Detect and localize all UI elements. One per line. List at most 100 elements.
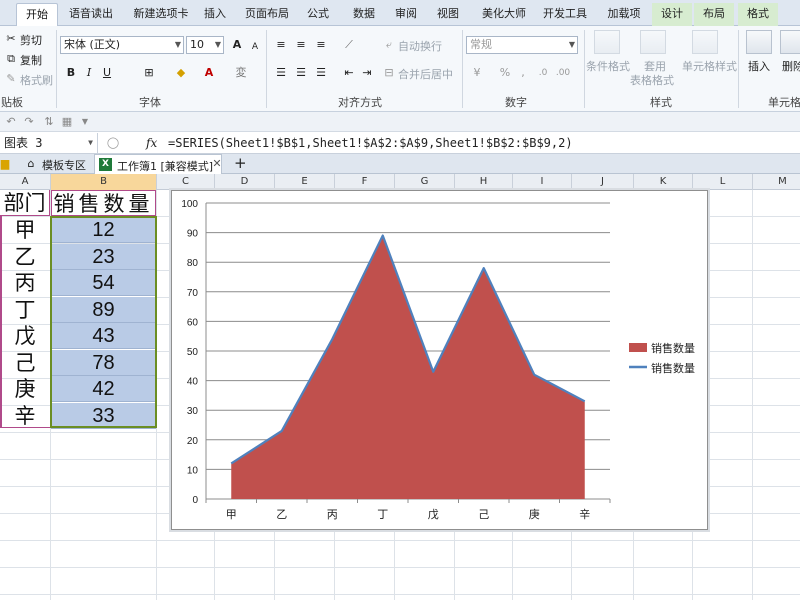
column-header-g[interactable]: G [395, 174, 455, 190]
tab-speech[interactable]: 语音读出 [62, 3, 120, 26]
indent-icon[interactable]: ⇤ [340, 64, 358, 82]
font-name-combo[interactable]: 宋体 (正文) ▼ [60, 36, 184, 54]
brush-icon[interactable]: ✎ [2, 70, 20, 88]
column-header-k[interactable]: K [634, 174, 693, 190]
tab-page-layout[interactable]: 页面布局 [242, 3, 292, 26]
currency-icon[interactable]: ¥ [468, 64, 486, 82]
cell-qty[interactable]: 78 [51, 349, 156, 376]
cell-qty[interactable]: 43 [51, 323, 156, 349]
redo-icon[interactable]: ↷ [20, 113, 38, 131]
cell-dept[interactable]: 甲 [0, 217, 50, 243]
column-header-j[interactable]: J [572, 174, 634, 190]
cell-dept[interactable]: 丁 [0, 297, 50, 323]
underline-icon[interactable]: U [98, 64, 116, 82]
column-header-a[interactable]: A [0, 174, 51, 190]
bold-icon[interactable]: B [62, 64, 80, 82]
cell-dept[interactable]: 己 [0, 350, 50, 376]
insert-cells-label[interactable]: 插入 [748, 58, 770, 74]
close-icon[interactable]: ✕ [208, 155, 226, 173]
sort-icon[interactable]: ⇅ [40, 113, 58, 131]
font-color-icon[interactable]: A [200, 64, 218, 82]
undo-icon[interactable]: ↶ [2, 113, 20, 131]
table-icon[interactable]: ▦ [58, 113, 76, 131]
column-header-i[interactable]: I [513, 174, 572, 190]
home-icon[interactable]: ⌂ [22, 155, 40, 173]
tab-beautify[interactable]: 美化大师 [476, 3, 532, 26]
cell-a1[interactable]: 部门 [0, 190, 50, 216]
cell-qty[interactable]: 42 [51, 376, 156, 402]
cell-dept[interactable]: 戊 [0, 323, 50, 349]
copy-label[interactable]: 复制 [20, 52, 42, 68]
column-header-f[interactable]: F [335, 174, 395, 190]
percent-icon[interactable]: % [496, 64, 514, 82]
area-chart[interactable]: 0 10 20 30 40 50 60 70 80 90 100 甲乙丙丁戊己庚辛销售数量 销售数量 [171, 190, 708, 530]
formula-input[interactable]: =SERIES(Sheet1!$B$1,Sheet1!$A$2:$A$9,She… [168, 133, 573, 153]
cell-qty[interactable]: 12 [51, 217, 156, 243]
tab-developer[interactable]: 开发工具 [540, 3, 590, 26]
border-icon[interactable]: ⊞ [140, 64, 158, 82]
grow-font-icon[interactable]: A [228, 36, 246, 54]
wrap-text-label[interactable]: 自动换行 [398, 38, 442, 54]
fill-color-icon[interactable]: ◆ [172, 64, 190, 82]
delete-cells-label[interactable]: 删除 [782, 58, 800, 74]
tab-insert[interactable]: 插入 [198, 3, 232, 26]
decrease-decimal-icon[interactable]: .00 [554, 64, 572, 82]
column-header-c[interactable]: C [157, 174, 215, 190]
cell-dept[interactable]: 丙 [0, 270, 50, 296]
conditional-format-label[interactable]: 条件格式 [586, 58, 630, 74]
tab-home[interactable]: 开始 [16, 3, 58, 26]
cell-dept[interactable]: 庚 [0, 376, 50, 402]
column-header-d[interactable]: D [215, 174, 275, 190]
cell-b1[interactable]: 销售数量 [51, 190, 156, 216]
align-right-icon[interactable]: ☰ [312, 64, 330, 82]
table-format-icon[interactable] [640, 30, 666, 54]
cell-dept[interactable]: 辛 [0, 403, 50, 429]
folder-icon[interactable]: ▆ [0, 155, 14, 173]
new-tab-button[interactable]: + [234, 154, 247, 172]
customize-icon[interactable]: ▼ [76, 113, 94, 131]
cell-qty[interactable]: 54 [51, 270, 156, 296]
cell-qty[interactable]: 89 [51, 296, 156, 323]
increase-decimal-icon[interactable]: .0 [534, 64, 552, 82]
tab-formulas[interactable]: 公式 [300, 3, 336, 26]
merge-icon[interactable]: ⊟ [380, 64, 398, 82]
tab-format[interactable]: 格式 [738, 3, 778, 26]
align-middle-icon[interactable]: ≡ [292, 36, 310, 54]
template-tab[interactable]: 模板专区 [42, 157, 86, 173]
align-top-icon[interactable]: ≡ [272, 36, 290, 54]
tab-addins[interactable]: 加载项 [602, 3, 646, 26]
phonetic-icon[interactable]: 変 [232, 64, 250, 82]
align-bottom-icon[interactable]: ≡ [312, 36, 330, 54]
insert-cells-icon[interactable] [746, 30, 772, 54]
copy-icon[interactable]: ⧉ [2, 50, 20, 68]
cancel-edit-icon[interactable]: ◯ [104, 134, 122, 152]
shrink-font-icon[interactable]: A [246, 38, 264, 56]
column-header-h[interactable]: H [455, 174, 513, 190]
delete-cells-icon[interactable] [780, 30, 800, 54]
name-box[interactable]: 图表 3 ▼ [0, 133, 98, 153]
tab-layout[interactable]: 布局 [694, 3, 734, 26]
cell-qty[interactable]: 33 [51, 402, 156, 429]
chevron-down-icon[interactable]: ▼ [88, 133, 93, 153]
cell-dept[interactable]: 乙 [0, 244, 50, 270]
cut-label[interactable]: 剪切 [20, 32, 42, 48]
cell-styles-label[interactable]: 单元格样式 [682, 58, 737, 74]
format-painter-label[interactable]: 格式刷 [20, 72, 53, 88]
cell-styles-icon[interactable] [692, 30, 718, 54]
italic-icon[interactable]: I [80, 64, 98, 82]
outdent-icon[interactable]: ⇥ [358, 64, 376, 82]
tab-view[interactable]: 视图 [430, 3, 466, 26]
column-header-e[interactable]: E [275, 174, 335, 190]
tab-data[interactable]: 数据 [346, 3, 382, 26]
comma-icon[interactable]: , [514, 64, 532, 82]
font-size-combo[interactable]: 10 ▼ [186, 36, 224, 54]
tab-new[interactable]: 新建选项卡 [126, 3, 196, 26]
number-format-combo[interactable]: 常规 ▼ [466, 36, 578, 54]
scissors-icon[interactable]: ✂ [2, 30, 20, 48]
workbook-tab[interactable]: X 工作簿1 [兼容模式] [94, 154, 222, 174]
column-header-m[interactable]: M [753, 174, 800, 190]
conditional-format-icon[interactable] [594, 30, 620, 54]
cell-qty[interactable]: 23 [51, 243, 156, 270]
align-left-icon[interactable]: ☰ [272, 64, 290, 82]
insert-function-icon[interactable]: fx [146, 136, 157, 150]
